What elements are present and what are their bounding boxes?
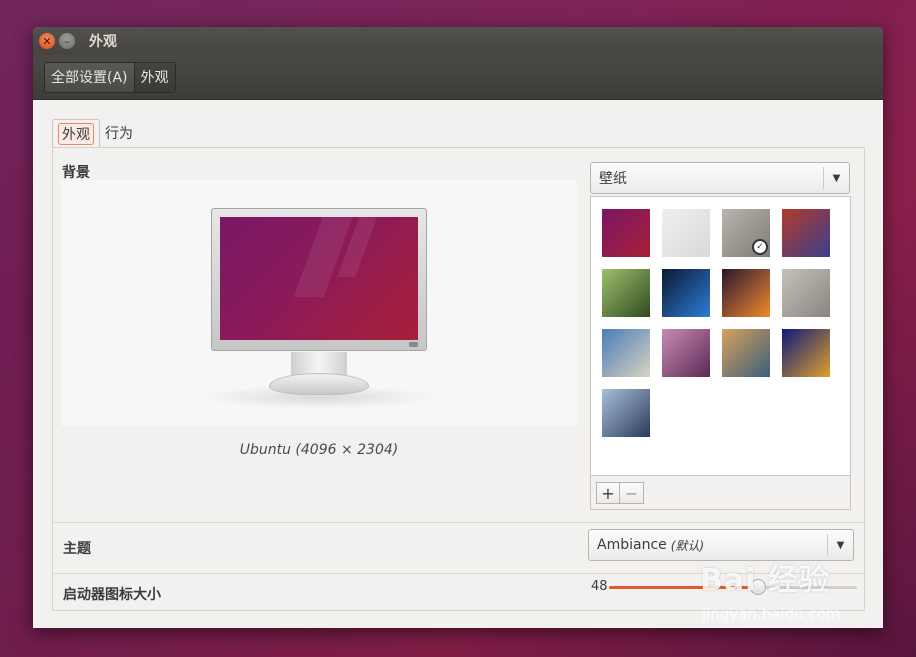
wallpaper-pebbles-2-thumbnail[interactable] <box>782 269 830 317</box>
wallpaper-concert-thumbnail[interactable] <box>722 269 770 317</box>
toolbar: 全部设置(A) 外观 <box>33 55 883 100</box>
background-source-dropdown[interactable]: 壁纸 ▼ <box>590 162 850 194</box>
window-title: 外观 <box>89 34 117 50</box>
launcher-size-label: 启动器图标大小 <box>63 587 161 603</box>
monitor-screen <box>220 217 418 340</box>
watermark-logo: Bai 经验 <box>700 563 830 598</box>
title-bar: ✕ – 外观 <box>33 27 883 55</box>
wallpaper-blue-orange-thumbnail[interactable] <box>782 329 830 377</box>
wallpaper-purple-thumbnail[interactable] <box>602 209 650 257</box>
selected-check-icon: ✓ <box>752 239 768 255</box>
tab-bar: 外观 行为 <box>52 119 138 147</box>
breadcrumb-all-settings[interactable]: 全部设置(A) <box>45 62 134 92</box>
monitor-base <box>269 373 369 395</box>
add-wallpaper-button[interactable]: + <box>596 482 620 504</box>
theme-section-label: 主题 <box>63 541 91 557</box>
watermark-url: jingyan.baidu.com <box>702 605 841 623</box>
theme-default-note: (默认) <box>670 538 705 553</box>
baidu-watermark: Bai 经验 jingyan.baidu.com <box>700 555 900 635</box>
minimize-icon[interactable]: – <box>59 33 75 49</box>
appearance-panel: 背景 Ubuntu (4096 × 2304) 壁纸 ▼ ✓ + − 主题 Am… <box>52 147 865 611</box>
wallpaper-abstract-red-thumbnail[interactable] <box>782 209 830 257</box>
wallpaper-gallery: ✓ <box>590 196 851 476</box>
gallery-toolbar: + − <box>590 476 851 510</box>
wallpaper-sea-rocks-thumbnail[interactable] <box>722 329 770 377</box>
settings-window: ✕ – 外观 全部设置(A) 外观 外观 行为 背景 Ubuntu (4096 <box>33 27 883 628</box>
chevron-down-icon: ▼ <box>823 167 849 189</box>
chevron-down-icon: ▼ <box>827 534 853 556</box>
breadcrumb: 全部设置(A) 外观 <box>44 61 176 93</box>
background-section-label: 背景 <box>62 165 90 181</box>
background-source-value: 壁纸 <box>599 171 627 187</box>
breadcrumb-appearance[interactable]: 外观 <box>133 62 175 92</box>
wallpaper-sunset-grass-thumbnail[interactable] <box>602 389 650 437</box>
remove-wallpaper-button[interactable]: − <box>620 482 644 504</box>
wallpaper-light-grey-thumbnail[interactable] <box>662 209 710 257</box>
tab-appearance-label: 外观 <box>58 122 94 145</box>
tab-behavior[interactable]: 行为 <box>100 119 138 147</box>
monitor-illustration <box>211 208 427 351</box>
wallpaper-blue-lights-thumbnail[interactable] <box>662 269 710 317</box>
wallpaper-pebbles-thumbnail[interactable]: ✓ <box>722 209 770 257</box>
wallpaper-caption: Ubuntu (4096 × 2304) <box>239 442 399 458</box>
wallpaper-mantis-thumbnail[interactable] <box>602 269 650 317</box>
theme-value: Ambiance <box>597 537 667 553</box>
divider <box>53 522 864 523</box>
wallpaper-beach-posts-thumbnail[interactable] <box>602 329 650 377</box>
launcher-size-value: 48 <box>591 579 608 594</box>
tab-appearance[interactable]: 外观 <box>52 119 100 147</box>
wallpaper-purple-flowers-thumbnail[interactable] <box>662 329 710 377</box>
close-icon[interactable]: ✕ <box>39 33 55 49</box>
wallpaper-preview <box>61 180 577 426</box>
power-led-icon <box>409 342 418 347</box>
